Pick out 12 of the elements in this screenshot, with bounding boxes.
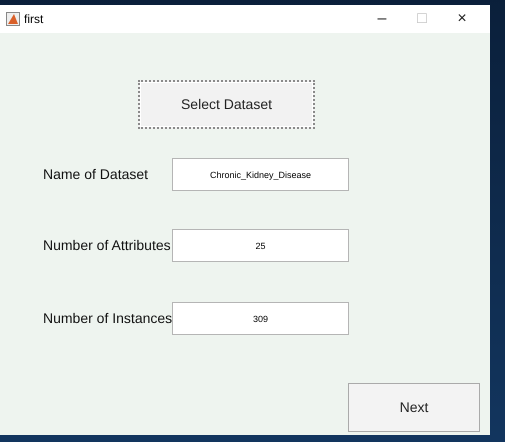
value-field[interactable]: Chronic_Kidney_Disease [172, 158, 349, 191]
field-label: Number of Instances [42, 309, 172, 328]
field-label: Name of Dataset [42, 165, 150, 184]
close-button[interactable]: × [442, 11, 482, 27]
value-field[interactable]: 309 [172, 302, 349, 335]
app-icon [6, 12, 20, 26]
select-dataset-button[interactable]: Select Dataset [138, 80, 315, 129]
next-button[interactable]: Next [348, 383, 480, 432]
minimize-button[interactable]: – [362, 11, 402, 27]
window-title: first [24, 11, 44, 28]
value-field[interactable]: 25 [172, 229, 349, 262]
field-label: Number of Attributes [42, 236, 172, 255]
